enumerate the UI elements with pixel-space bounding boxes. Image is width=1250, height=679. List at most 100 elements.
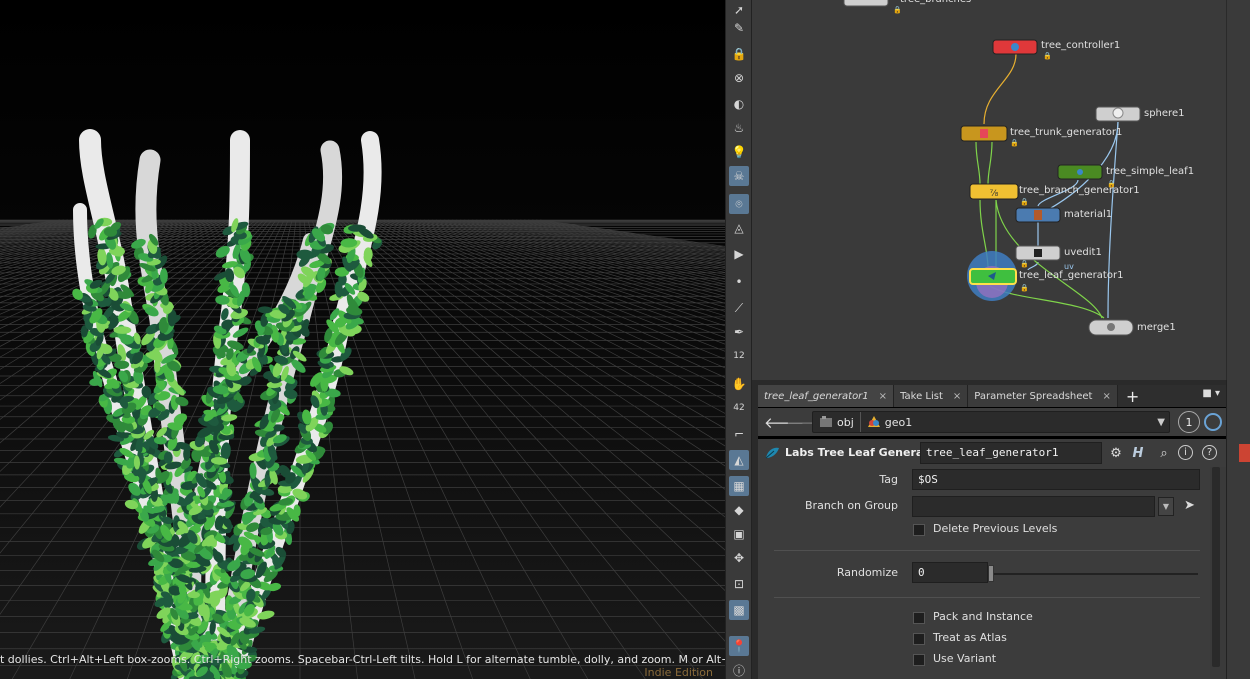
info-icon[interactable]: ⓘ: [729, 660, 749, 679]
tab-take-list[interactable]: Take List ×: [894, 385, 969, 407]
scrollbar-thumb[interactable]: [1212, 467, 1220, 667]
houdini-icon[interactable]: H: [1128, 443, 1148, 463]
pane-tab-bar: tree_leaf_generator1 × Take List × Param…: [758, 385, 1226, 407]
flipbook-icon[interactable]: ◬: [729, 218, 749, 238]
tab-label: tree_leaf_generator1: [764, 390, 869, 402]
pack-and-instance-checkbox[interactable]: [913, 612, 925, 624]
network-editor[interactable]: ⅞ 🔒🔒 🔒🔒 🔒🔒🔒 tree_bra: [752, 0, 1226, 380]
dot-icon[interactable]: •: [729, 272, 749, 292]
breadcrumb-label: obj: [837, 415, 854, 429]
branch-group-field[interactable]: [912, 496, 1155, 517]
close-icon[interactable]: ×: [879, 391, 887, 402]
parameter-scrollbar[interactable]: [1210, 467, 1226, 679]
node-merge1: [1088, 319, 1134, 336]
pack-and-instance-label: Pack and Instance: [933, 610, 1033, 623]
diamond-icon[interactable]: ◆: [729, 500, 749, 520]
chevron-down-icon[interactable]: ▼: [1158, 497, 1174, 516]
image-icon[interactable]: ▩: [729, 600, 749, 620]
parameter-panel: Tag $OS Branch on Group ▼ ➤ Delete Previ…: [758, 467, 1210, 679]
divider: [774, 550, 1200, 551]
adjacent-pane: [1226, 380, 1250, 679]
pane-menu-icon[interactable]: ■ ▾: [1202, 388, 1220, 399]
leaf-icon: [765, 447, 779, 459]
search-icon[interactable]: ⌕: [1154, 443, 1174, 463]
node-label-tree-simple-leaf1: tree_simple_leaf1: [1106, 166, 1195, 177]
delete-previous-levels-checkbox[interactable]: [913, 524, 925, 536]
sculpt-icon[interactable]: ◭: [729, 450, 749, 470]
number-42-icon[interactable]: 42: [729, 398, 749, 418]
3d-viewport[interactable]: t dollies. Ctrl+Alt+Left box-zooms. Ctrl…: [0, 0, 725, 679]
pose-icon[interactable]: ✎: [729, 18, 749, 38]
close-icon[interactable]: ×: [953, 391, 961, 402]
chevron-down-icon[interactable]: ▼: [1157, 417, 1165, 428]
geo-icon: [867, 416, 880, 427]
frame-icon[interactable]: ⊡: [729, 574, 749, 594]
node-sphere1: [1095, 106, 1141, 122]
link-icon[interactable]: [1204, 413, 1222, 431]
tag-field[interactable]: $OS: [912, 469, 1200, 490]
viewport-status-bar: t dollies. Ctrl+Alt+Left box-zooms. Ctrl…: [0, 653, 725, 666]
tab-parameter-spreadsheet[interactable]: Parameter Spreadsheet ×: [968, 385, 1118, 407]
svg-text:🔒: 🔒: [1043, 52, 1052, 60]
network-path[interactable]: obj geo1 ▼: [812, 411, 1170, 433]
randomize-label: Randomize: [836, 566, 898, 579]
treat-as-atlas-label: Treat as Atlas: [933, 631, 1007, 644]
tab-label: Take List: [900, 390, 943, 402]
node-uvedit1: [1015, 245, 1061, 261]
angle-icon[interactable]: ⌐: [729, 424, 749, 444]
svg-text:🔒: 🔒: [1020, 284, 1029, 292]
node-label-tree-trunk-generator1: tree_trunk_generator1: [1010, 127, 1123, 138]
node-label-material1: material1: [1064, 209, 1113, 220]
node-tree-simple-leaf1: [1057, 164, 1103, 180]
svg-text:⅞: ⅞: [990, 189, 999, 199]
camera-icon[interactable]: ⌾: [729, 194, 749, 214]
breadcrumb-label: geo1: [884, 415, 913, 429]
node-label-tree-branch-generator1: tree_branch_generator1: [1019, 185, 1140, 196]
node-label-tree-branches: tree_branches: [900, 0, 971, 5]
light-icon[interactable]: ♨: [729, 118, 749, 138]
light-bulb-icon[interactable]: 💡: [729, 142, 749, 162]
box-icon[interactable]: ▣: [729, 524, 749, 544]
sphere-display-icon[interactable]: ◐: [729, 94, 749, 114]
select-arrow-icon[interactable]: ➤: [1184, 498, 1195, 513]
randomize-slider-track[interactable]: [992, 573, 1198, 575]
render-icon[interactable]: ▶: [729, 244, 749, 264]
node-label-sphere1: sphere1: [1144, 108, 1185, 119]
use-variant-checkbox[interactable]: [913, 654, 925, 666]
hand-icon[interactable]: ✋: [729, 374, 749, 394]
branch-group-label: Branch on Group: [805, 499, 898, 512]
tab-parameters[interactable]: tree_leaf_generator1 ×: [758, 385, 895, 407]
node-label-tree-leaf-generator1: tree_leaf_generator1: [1019, 270, 1124, 281]
divider: [774, 597, 1200, 598]
node-tree-controller1: [992, 39, 1038, 55]
breadcrumb-obj[interactable]: obj: [813, 412, 861, 432]
skull-icon[interactable]: ☠: [729, 166, 749, 186]
treat-as-atlas-checkbox[interactable]: [913, 633, 925, 645]
sweep-icon[interactable]: ✥: [729, 548, 749, 568]
network-side-handle[interactable]: [1226, 0, 1250, 380]
breadcrumb-geo1[interactable]: geo1: [861, 412, 918, 432]
brush-icon[interactable]: ⟋: [729, 298, 749, 318]
info-icon[interactable]: i: [1178, 445, 1193, 460]
close-icon[interactable]: ×: [1102, 391, 1110, 402]
gear-icon[interactable]: ⚙: [1106, 443, 1126, 463]
node-label-uvedit1: uvedit1: [1064, 247, 1102, 258]
edition-label: Indie Edition: [644, 666, 713, 679]
node-name-field[interactable]: tree_leaf_generator1: [920, 442, 1102, 464]
number-12-icon[interactable]: 12: [729, 346, 749, 366]
select-icon[interactable]: ➚: [729, 0, 749, 20]
add-tab-button[interactable]: +: [1118, 385, 1147, 407]
snapshot-icon[interactable]: ⊗: [729, 68, 749, 88]
pen-icon[interactable]: ✒: [729, 322, 749, 342]
randomize-field[interactable]: 0: [912, 562, 988, 583]
lock-icon[interactable]: 🔒: [729, 44, 749, 64]
help-icon[interactable]: ?: [1202, 445, 1217, 460]
tag-label: Tag: [879, 473, 898, 486]
obj-icon: [820, 416, 832, 427]
node-material1: [1015, 207, 1061, 223]
checker-icon[interactable]: ▦: [729, 476, 749, 496]
randomize-slider-handle[interactable]: [988, 565, 994, 582]
pin-button[interactable]: 1: [1178, 411, 1200, 433]
svg-text:🔒: 🔒: [893, 6, 902, 14]
pin-icon[interactable]: 📍: [729, 636, 749, 656]
